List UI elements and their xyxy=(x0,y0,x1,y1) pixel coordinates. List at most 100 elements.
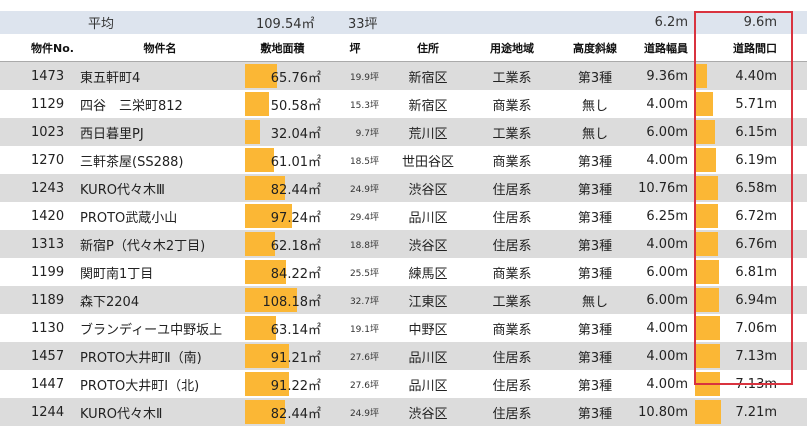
cell-name: 四谷 三栄町812 xyxy=(80,98,183,114)
cell-id: 1457 xyxy=(31,348,65,364)
cell-area: 82.44㎡ xyxy=(270,406,321,422)
cell-road-frontage: 5.71m xyxy=(735,96,777,112)
cell-road-frontage: 6.58m xyxy=(735,180,777,196)
cell-id: 1244 xyxy=(31,404,65,420)
cell-tsubo: 19.9坪 xyxy=(349,72,379,83)
table-row[interactable]: 1130 ブランディーユ中野坂上 63.14㎡ 19.1坪 中野区 商業系 第3種 4.00m… xyxy=(0,314,807,342)
cell-road-width: 4.00m xyxy=(646,236,688,252)
table-row[interactable]: 1313 新宿P（代々木2丁目) 62.18㎡ 18.8坪 渋谷区 住居系 第3種 4.00m… xyxy=(0,230,807,258)
cell-area: 62.18㎡ xyxy=(270,238,321,254)
cell-tsubo: 24.9坪 xyxy=(349,408,379,419)
cell-road-width: 6.00m xyxy=(646,292,688,308)
column-header-zone[interactable]: 用途地域 xyxy=(472,34,552,61)
cell-road-frontage: 6.81m xyxy=(735,264,777,280)
cell-zone: 工業系 xyxy=(492,126,532,142)
cell-road-frontage: 6.19m xyxy=(735,152,777,168)
cell-area: 32.04㎡ xyxy=(270,126,321,142)
cell-road-width: 9.36m xyxy=(646,68,688,84)
cell-address: 渋谷区 xyxy=(408,238,448,254)
table-row[interactable]: 1447 PROTO大井町Ⅰ（北) 91.22㎡ 27.6坪 品川区 住居系 第3種 4.00… xyxy=(0,370,807,398)
column-header-road-width[interactable]: 道路幅員 xyxy=(620,34,688,61)
cell-area: 84.22㎡ xyxy=(270,266,321,282)
cell-id: 1270 xyxy=(31,152,65,168)
table-row[interactable]: 1244 KURO代々木Ⅱ 82.44㎡ 24.9坪 渋谷区 住居系 第3種 10.80m 7.… xyxy=(0,398,807,426)
cell-tsubo: 24.9坪 xyxy=(349,184,379,195)
cell-tsubo: 18.5坪 xyxy=(349,156,379,167)
column-header-id[interactable]: 物件No. xyxy=(31,34,81,61)
column-header-area[interactable]: 敷地面積 xyxy=(245,34,320,61)
cell-area: 63.14㎡ xyxy=(270,322,321,338)
cell-name: 西日暮里PJ xyxy=(80,126,144,142)
cell-address: 渋谷区 xyxy=(408,406,448,422)
cell-id: 1447 xyxy=(31,376,65,392)
cell-id: 1189 xyxy=(31,292,65,308)
column-header-road-frontage[interactable]: 道路間口 xyxy=(700,34,777,61)
cell-name: ブランディーユ中野坂上 xyxy=(80,322,223,338)
cell-area: 91.21㎡ xyxy=(270,350,321,366)
cell-address: 渋谷区 xyxy=(408,182,448,198)
cell-road-width: 6.25m xyxy=(646,208,688,224)
cell-road-frontage: 7.13m xyxy=(735,376,777,392)
cell-area: 108.18㎡ xyxy=(262,294,322,310)
cell-id: 1199 xyxy=(31,264,65,280)
cell-zone: 商業系 xyxy=(492,98,532,114)
cell-name: 関町南1丁目 xyxy=(80,266,154,282)
cell-address: 品川区 xyxy=(408,210,448,226)
cell-address: 新宿区 xyxy=(408,98,448,114)
cell-zone: 住居系 xyxy=(492,378,532,394)
cell-id: 1023 xyxy=(31,124,65,140)
cell-road-frontage: 7.06m xyxy=(735,320,777,336)
cell-zone: 商業系 xyxy=(492,266,532,282)
table-row[interactable]: 1270 三軒茶屋(SS288) 61.01㎡ 18.5坪 世田谷区 商業系 第3種 4.00… xyxy=(0,146,807,174)
cell-tsubo: 32.7坪 xyxy=(349,296,379,307)
cell-zone: 住居系 xyxy=(492,238,532,254)
cell-address: 江東区 xyxy=(408,294,448,310)
cell-road-width: 4.00m xyxy=(646,376,688,392)
table-row[interactable]: 1457 PROTO大井町Ⅱ（南) 91.21㎡ 27.6坪 品川区 住居系 第3種 4.00… xyxy=(0,342,807,370)
cell-road-width: 4.00m xyxy=(646,152,688,168)
table-header: 物件No. 物件名 敷地面積 坪 住所 用途地域 高度斜線 道路幅員 道路間口 xyxy=(0,34,807,62)
cell-id: 1313 xyxy=(31,236,65,252)
column-header-tsubo[interactable]: 坪 xyxy=(335,34,375,61)
cell-road-frontage: 4.40m xyxy=(735,68,777,84)
table-row[interactable]: 1189 森下2204 108.18㎡ 32.7坪 江東区 工業系 無し 6.00m 6.94m xyxy=(0,286,807,314)
cell-name: 森下2204 xyxy=(80,294,140,310)
column-header-address[interactable]: 住所 xyxy=(393,34,463,61)
cell-name: PROTO大井町Ⅱ（南) xyxy=(80,350,202,366)
cell-name: KURO代々木Ⅱ xyxy=(80,406,163,422)
cell-area: 91.22㎡ xyxy=(270,378,321,394)
cell-id: 1473 xyxy=(31,68,65,84)
cell-zone: 工業系 xyxy=(492,70,532,86)
cell-zone: 住居系 xyxy=(492,182,532,198)
cell-road-width: 10.80m xyxy=(638,404,688,420)
cell-road-width: 4.00m xyxy=(646,348,688,364)
cell-zone: 工業系 xyxy=(492,294,532,310)
cell-id: 1130 xyxy=(31,320,65,336)
summary-area: 109.54㎡ xyxy=(256,17,315,32)
summary-row: 平均 109.54㎡ 33坪 6.2m 9.6m xyxy=(0,11,807,34)
table-row[interactable]: 1420 PROTO武蔵小山 97.24㎡ 29.4坪 品川区 住居系 第3種 6.25m 6.… xyxy=(0,202,807,230)
cell-name: 東五軒町4 xyxy=(80,70,141,86)
cell-zone: 商業系 xyxy=(492,322,532,338)
table-row[interactable]: 1023 西日暮里PJ 32.04㎡ 9.7坪 荒川区 工業系 無し 6.00m 6.15m xyxy=(0,118,807,146)
table-row[interactable]: 1473 東五軒町4 65.76㎡ 19.9坪 新宿区 工業系 第3種 9.36m 4.40m xyxy=(0,62,807,90)
cell-name: PROTO大井町Ⅰ（北) xyxy=(80,378,200,394)
cell-road-width: 4.00m xyxy=(646,320,688,336)
cell-zone: 住居系 xyxy=(492,350,532,366)
summary-road-frontage: 9.6m xyxy=(743,15,777,30)
cell-road-frontage: 6.15m xyxy=(735,124,777,140)
cell-id: 1243 xyxy=(31,180,65,196)
table-row[interactable]: 1243 KURO代々木Ⅲ 82.44㎡ 24.9坪 渋谷区 住居系 第3種 10.76m 6.… xyxy=(0,174,807,202)
column-header-name[interactable]: 物件名 xyxy=(80,34,240,61)
cell-address: 中野区 xyxy=(408,322,448,338)
table-row[interactable]: 1199 関町南1丁目 84.22㎡ 25.5坪 練馬区 商業系 第3種 6.00m 6.81m xyxy=(0,258,807,286)
cell-zone: 商業系 xyxy=(492,154,532,170)
cell-road-frontage: 7.21m xyxy=(735,404,777,420)
table-row[interactable]: 1129 四谷 三栄町812 50.58㎡ 15.3坪 新宿区 商業系 無し 4.00m 5.7… xyxy=(0,90,807,118)
cell-name: PROTO武蔵小山 xyxy=(80,210,178,226)
cell-address: 品川区 xyxy=(408,350,448,366)
cell-name: 新宿P（代々木2丁目) xyxy=(80,238,206,254)
cell-area: 65.76㎡ xyxy=(270,70,321,86)
cell-name: 三軒茶屋(SS288) xyxy=(80,154,184,170)
cell-id: 1420 xyxy=(31,208,65,224)
